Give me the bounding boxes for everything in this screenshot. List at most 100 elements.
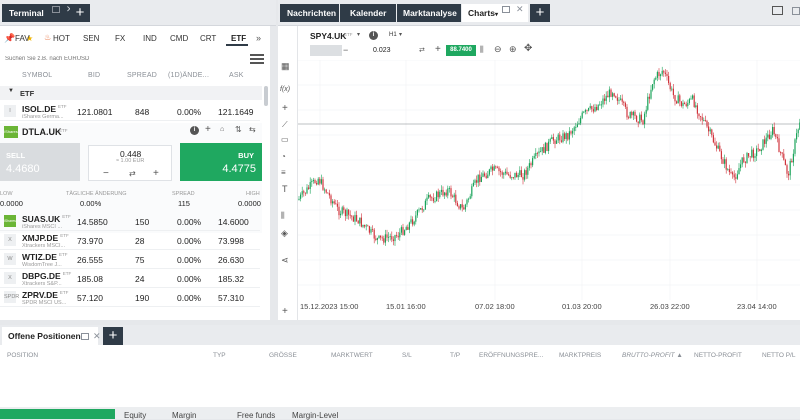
add-icon[interactable]: +: [205, 124, 211, 135]
positions-col-header[interactable]: ERÖFFNUNGSPRE...: [479, 352, 543, 359]
add-panel-button[interactable]: +: [103, 327, 123, 345]
measure-icon[interactable]: ⫼: [281, 211, 285, 221]
symbol-label: ISOL.DE: [22, 104, 57, 114]
sell-button[interactable]: SELL 4.4680: [0, 143, 80, 181]
group-header[interactable]: ▼ ETF: [0, 86, 262, 100]
table-row[interactable]: I ISOL.DE ETF iShares Germa... 121.0801 8…: [0, 102, 260, 121]
positions-col-header[interactable]: MARKTPREIS: [559, 352, 601, 359]
tab-etf[interactable]: ETF: [231, 34, 246, 43]
col-bid[interactable]: BID: [88, 72, 100, 79]
candle-body: [527, 167, 529, 175]
interval-select[interactable]: H1: [389, 32, 397, 38]
table-row[interactable]: iShares SUAS.UK ETF iShares MSCI ... 14.5850…: [0, 212, 260, 231]
pin-icon[interactable]: 📌: [4, 33, 15, 44]
search-input[interactable]: [5, 53, 230, 65]
window-icon[interactable]: [502, 6, 510, 13]
positions-col-header[interactable]: S/L: [402, 352, 412, 359]
tab-crt[interactable]: CRT: [200, 34, 216, 43]
decrease-button[interactable]: −: [343, 45, 348, 55]
layers-icon[interactable]: ◈: [281, 228, 288, 239]
tab-fav[interactable]: FAV: [15, 34, 30, 43]
close-icon[interactable]: ✕: [93, 331, 101, 342]
tab-fx[interactable]: FX: [115, 34, 125, 43]
compare-icon[interactable]: ⇆: [249, 125, 256, 134]
trend-line-icon[interactable]: ⟋: [282, 120, 288, 130]
candle-body: [727, 169, 729, 170]
layout-icon[interactable]: [772, 6, 783, 15]
positions-col-header[interactable]: TYP: [213, 352, 226, 359]
tab-kalender[interactable]: Kalender: [340, 4, 396, 22]
list-view-icon[interactable]: [250, 54, 264, 64]
add-panel-button[interactable]: +: [70, 4, 90, 22]
chevron-down-icon[interactable]: ▾: [399, 31, 402, 38]
table-row[interactable]: SPDR ZPRV.DE ETF SPDR MSCI US... 57.120 190 0.…: [0, 288, 260, 307]
col-symbol[interactable]: SYMBOL: [22, 72, 52, 79]
positions-col-header[interactable]: NETTO P/L: [762, 352, 795, 359]
chart-icon[interactable]: ⇅: [235, 125, 242, 134]
decrease-button[interactable]: −: [103, 168, 109, 179]
tabs-more-button[interactable]: »: [256, 33, 261, 43]
tab-hot[interactable]: HOT: [53, 34, 70, 43]
col-ask[interactable]: ASK: [229, 72, 244, 79]
candles-icon[interactable]: ⫼: [480, 45, 484, 55]
candle-body: [304, 192, 306, 194]
share-icon[interactable]: ⋖: [281, 255, 289, 266]
col-spread[interactable]: SPREAD: [127, 72, 157, 79]
tab-ind[interactable]: IND: [143, 34, 157, 43]
add-tool-icon[interactable]: +: [282, 103, 288, 114]
positions-col-header[interactable]: NETTO-PROFIT: [694, 352, 742, 359]
tab-marktanalyse[interactable]: Marktanalyse: [397, 4, 461, 22]
positions-col-header[interactable]: MARKTWERT: [331, 352, 373, 359]
reset-icon[interactable]: ⇄: [129, 169, 136, 178]
alert-icon[interactable]: ⌂: [220, 126, 224, 133]
candle-body: [512, 177, 514, 179]
table-row[interactable]: X DBPG.DE ETF Xtrackers S&P... 185.08 24 0.00%…: [0, 269, 260, 288]
shapes-icon[interactable]: ◔: [281, 152, 286, 161]
window-icon[interactable]: [52, 6, 60, 13]
price-chart[interactable]: [298, 60, 800, 300]
reset-icon[interactable]: ⇄: [419, 46, 425, 54]
increase-button[interactable]: +: [153, 168, 159, 179]
increase-button[interactable]: +: [435, 44, 441, 55]
zoom-out-icon[interactable]: ⊖: [494, 44, 502, 55]
x-tick-label: 01.03 20:00: [562, 302, 602, 311]
positions-col-header[interactable]: T/P: [450, 352, 460, 359]
col-change[interactable]: (1D)ÄNDE...: [168, 72, 209, 79]
deposit-button[interactable]: [0, 409, 115, 419]
chevron-down-icon[interactable]: ▾: [357, 31, 360, 38]
close-icon[interactable]: ✕: [516, 4, 524, 15]
crosshair-icon[interactable]: ✥: [524, 43, 532, 54]
tab-cmd[interactable]: CMD: [170, 34, 188, 43]
indicators-icon[interactable]: f(x): [280, 86, 290, 93]
chart-buy-button[interactable]: 88.7400: [446, 45, 476, 56]
text-tool-icon[interactable]: T: [282, 184, 288, 194]
tab-nachrichten[interactable]: Nachrichten: [280, 4, 339, 22]
info-icon[interactable]: i: [369, 31, 378, 40]
candle-body: [655, 77, 657, 80]
scrollbar-thumb[interactable]: [264, 86, 268, 106]
candle-body: [703, 120, 705, 121]
info-icon[interactable]: i: [190, 126, 199, 135]
buy-button[interactable]: BUY 4.4775: [180, 143, 262, 181]
chart-symbol[interactable]: SPY4.UK: [310, 31, 346, 41]
bid-value: 26.555: [77, 255, 103, 265]
table-row[interactable]: X XMJP.DE ETF Xtrackers MSCI... 73.970 28 0.00…: [0, 231, 260, 250]
positions-col-header[interactable]: POSITION: [7, 352, 38, 359]
positions-col-header[interactable]: BRUTTO-PROFIT ▲: [622, 352, 683, 359]
candle-body: [764, 139, 766, 144]
grid-icon[interactable]: ▦: [281, 61, 290, 72]
table-row[interactable]: W WTIZ.DE ETF WisdomTree J... 26.555 75 0.00% 2…: [0, 250, 260, 269]
fibonacci-icon[interactable]: ≡: [281, 168, 286, 177]
candle-body: [474, 180, 476, 183]
rectangle-icon[interactable]: ▭: [281, 135, 289, 144]
zoom-in-icon[interactable]: ⊕: [509, 44, 517, 55]
chart-qty-input[interactable]: 0.023: [373, 47, 391, 54]
positions-col-header[interactable]: GRÖSSE: [269, 352, 297, 359]
add-bottom-icon[interactable]: +: [282, 306, 288, 317]
candle-body: [472, 182, 474, 187]
chart-sell-button[interactable]: [310, 45, 342, 56]
tab-sen[interactable]: SEN: [83, 34, 99, 43]
window-icon[interactable]: [81, 333, 89, 340]
window-icon[interactable]: [792, 7, 800, 15]
add-panel-button[interactable]: +: [530, 4, 550, 22]
